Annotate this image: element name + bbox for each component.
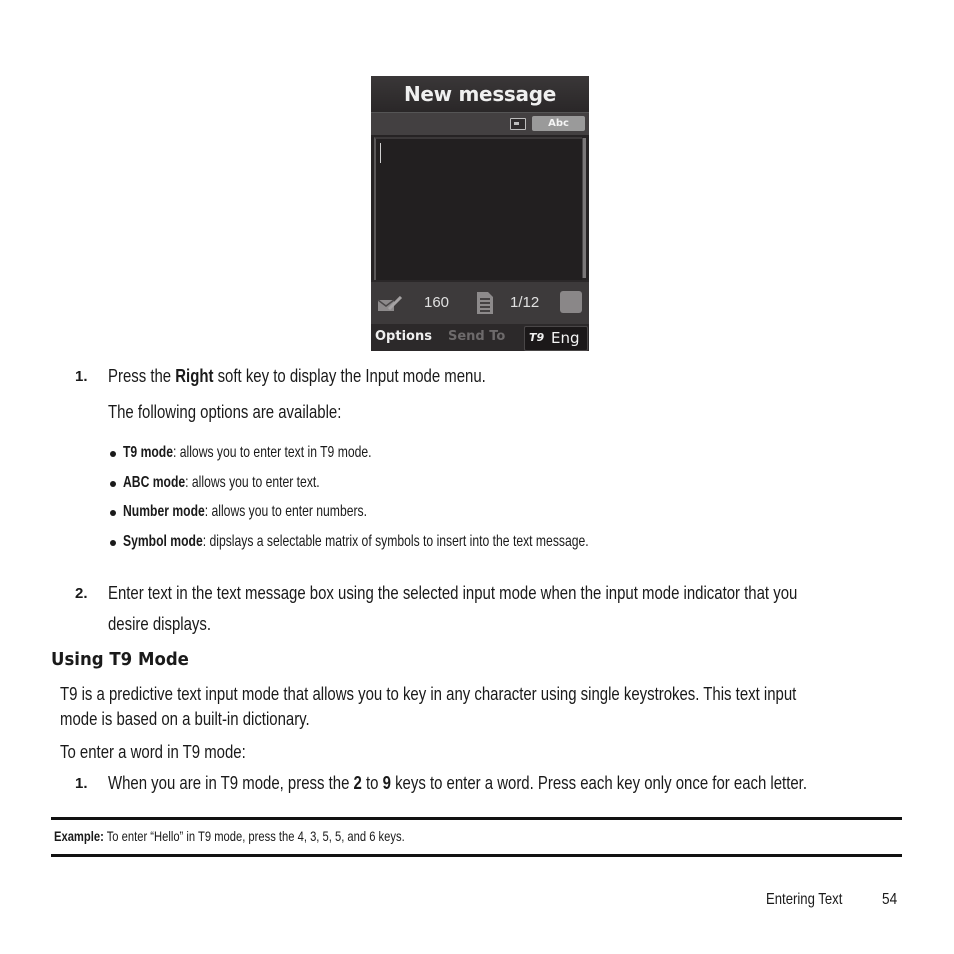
page-counter: 1/12 — [510, 294, 540, 311]
char-counter: 160 — [424, 294, 450, 311]
divider-bottom — [51, 854, 902, 857]
message-edit-icon — [377, 296, 403, 311]
screen-title: New message — [371, 76, 589, 112]
text: 54 — [882, 891, 898, 908]
input-mode-badge: Abc — [532, 116, 585, 131]
section-paragraph: T9 is a predictive text input mode that … — [60, 683, 947, 705]
step-number: 2. — [75, 585, 88, 602]
text: soft key to display the Input mode menu. — [213, 366, 486, 386]
scrollbar[interactable] — [582, 138, 586, 278]
option-term: T9 mode — [123, 444, 174, 461]
step-number: 1. — [75, 775, 88, 792]
text: mode is based on a built-in dictionary. — [60, 709, 310, 729]
lock-icon — [560, 291, 582, 313]
status-bar: 160 1/12 — [371, 280, 589, 326]
indicator-bar: Abc — [371, 112, 589, 135]
step-number: 1. — [75, 368, 88, 385]
text: To enter a word in T9 mode: — [60, 742, 246, 762]
option-item: Number mode: allows you to enter numbers… — [123, 502, 444, 522]
text: to — [361, 773, 383, 793]
bullet — [110, 510, 116, 516]
text-cursor — [380, 143, 381, 163]
key-emphasis: 9 — [382, 773, 391, 793]
send-to-softkey[interactable]: Send To — [448, 329, 505, 344]
step-text: Press the Right soft key to display the … — [108, 365, 563, 387]
text: desire displays. — [108, 614, 211, 634]
option-term: Symbol mode — [123, 533, 203, 550]
language-label: Eng — [551, 329, 580, 347]
option-item: ABC mode: allows you to enter text. — [123, 473, 382, 493]
option-item: T9 mode: allows you to enter text in T9 … — [123, 443, 450, 463]
right-key-emphasis: Right — [175, 366, 214, 386]
section-paragraph: mode is based on a built-in dictionary. — [60, 708, 361, 730]
message-text-area[interactable] — [374, 137, 582, 280]
t9-icon: T9 — [529, 331, 545, 344]
footer-section-name: Entering Text — [766, 891, 859, 909]
text: The following options are available: — [108, 402, 342, 422]
softkey-bar: Options Send To T9 Eng — [371, 324, 589, 351]
option-item: Symbol mode: dipslays a selectable matri… — [123, 532, 736, 552]
page-number: 54 — [882, 891, 900, 909]
input-mode-softkey[interactable]: T9 Eng — [524, 326, 588, 351]
option-desc: : allows you to enter text. — [185, 474, 320, 491]
text: Entering Text — [766, 891, 843, 908]
step-text: When you are in T9 mode, press the 2 to … — [108, 772, 950, 794]
bullet — [110, 451, 116, 457]
section-heading: Using T9 Mode — [51, 649, 201, 670]
options-softkey[interactable]: Options — [375, 329, 432, 344]
text: Using T9 Mode — [51, 649, 189, 670]
option-term: Number mode — [123, 503, 205, 520]
text: Enter text in the text message box using… — [108, 583, 798, 603]
text: When you are in T9 mode, press the — [108, 773, 354, 793]
text: Press the — [108, 366, 176, 386]
bullet — [110, 540, 116, 546]
bullet — [110, 481, 116, 487]
example-note: Example: To enter “Hello” in T9 mode, pr… — [54, 827, 492, 845]
option-desc: : allows you to enter text in T9 mode. — [173, 444, 372, 461]
key-emphasis: 2 — [353, 773, 362, 793]
step-text: desire displays. — [108, 613, 232, 635]
step-text: Enter text in the text message box using… — [108, 582, 939, 604]
sim-icon — [510, 118, 526, 130]
options-intro: The following options are available: — [108, 401, 389, 423]
example-label: Example: — [54, 828, 104, 844]
option-desc: : allows you to enter numbers. — [204, 503, 367, 520]
example-text: To enter “Hello” in T9 mode, press the 4… — [103, 828, 405, 844]
phone-screenshot: New message Abc 160 1/12 Options Send To… — [371, 76, 589, 351]
divider-top — [51, 817, 902, 820]
option-term: ABC mode — [123, 474, 186, 491]
text: T9 is a predictive text input mode that … — [60, 684, 797, 704]
document-icon — [477, 292, 493, 314]
section-intro: To enter a word in T9 mode: — [60, 741, 284, 763]
text: keys to enter a word. Press each key onl… — [390, 773, 807, 793]
option-desc: : dipslays a selectable matrix of symbol… — [202, 533, 589, 550]
